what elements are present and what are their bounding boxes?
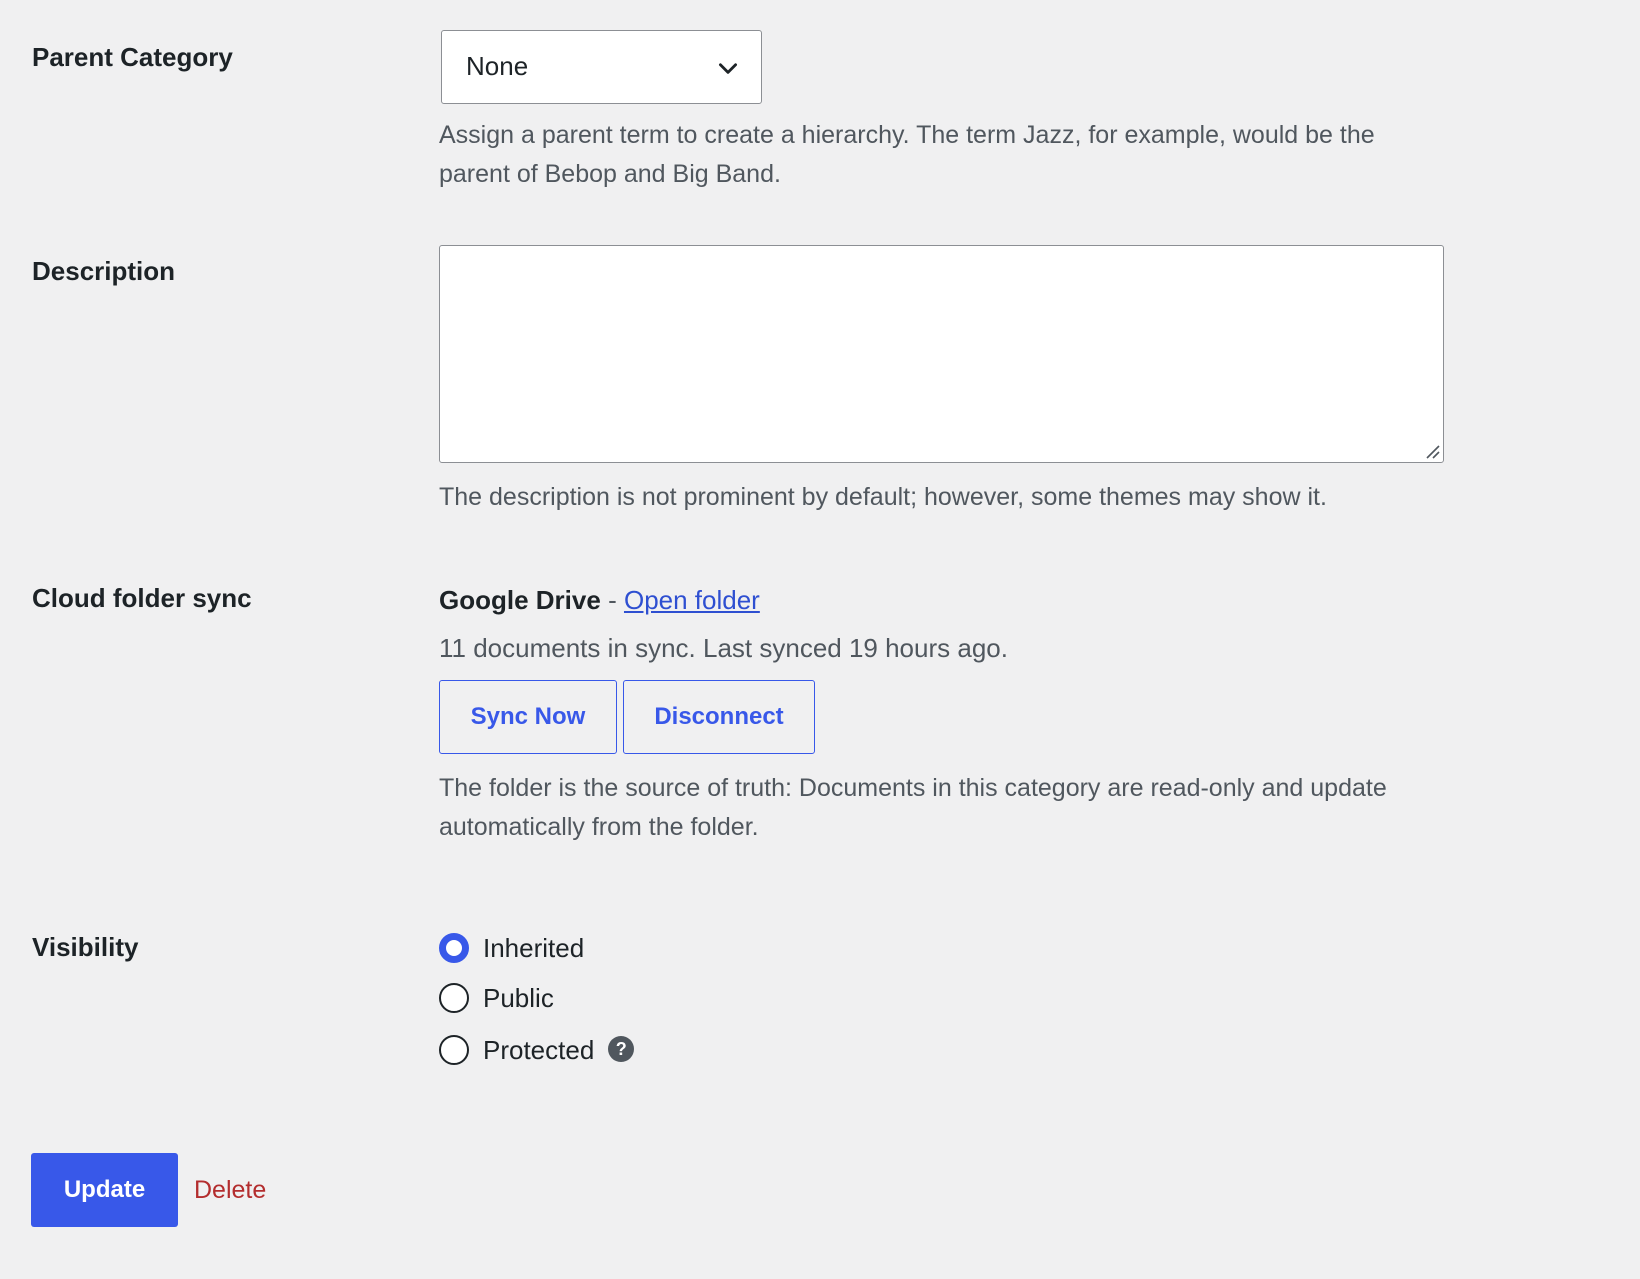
- chevron-down-icon: [719, 63, 737, 74]
- radio-protected[interactable]: [439, 1035, 469, 1065]
- cloud-provider-line: Google Drive - Open folder: [439, 583, 1429, 617]
- visibility-option-inherited[interactable]: Inherited: [439, 931, 584, 965]
- delete-link[interactable]: Delete: [194, 1176, 266, 1205]
- visibility-option-public[interactable]: Public: [439, 981, 554, 1015]
- parent-category-selected-value: None: [466, 51, 529, 81]
- description-textarea[interactable]: [439, 245, 1444, 463]
- parent-category-field: None Assign a parent term to create a hi…: [439, 30, 1429, 194]
- radio-inherited[interactable]: [439, 933, 469, 963]
- cloud-provider-name: Google Drive: [439, 585, 601, 615]
- help-icon[interactable]: ?: [608, 1036, 635, 1062]
- sync-button-row: Sync Now Disconnect: [439, 680, 1429, 754]
- description-help: The description is not prominent by defa…: [439, 483, 1327, 511]
- sync-status-text: 11 documents in sync. Last synced 19 hou…: [439, 633, 1008, 663]
- visibility-option-protected[interactable]: Protected ?: [439, 1033, 635, 1067]
- cloud-sync-label: Cloud folder sync: [32, 583, 252, 613]
- open-folder-link[interactable]: Open folder: [624, 585, 760, 615]
- edit-category-form: Parent Category None Assign a parent ter…: [0, 0, 1640, 1279]
- parent-category-select[interactable]: None: [441, 30, 762, 104]
- provider-separator: -: [608, 585, 617, 615]
- parent-category-label: Parent Category: [32, 42, 233, 72]
- radio-label-public: Public: [483, 982, 554, 1013]
- parent-category-description: Assign a parent term to create a hierarc…: [439, 121, 1375, 188]
- cloud-sync-field: Google Drive - Open folder 11 documents …: [439, 583, 1429, 847]
- radio-label-protected: Protected: [483, 1034, 595, 1065]
- description-field: The description is not prominent by defa…: [439, 245, 1444, 517]
- radio-label-inherited: Inherited: [483, 932, 585, 963]
- visibility-options: Inherited Public Protected ?: [439, 931, 939, 1065]
- cloud-sync-note: The folder is the source of truth: Docum…: [439, 774, 1387, 841]
- visibility-label: Visibility: [32, 932, 139, 962]
- description-label: Description: [32, 256, 176, 286]
- sync-now-button[interactable]: Sync Now: [439, 680, 617, 754]
- resize-handle-icon[interactable]: [1422, 441, 1440, 459]
- radio-public[interactable]: [439, 983, 469, 1013]
- update-button[interactable]: Update: [31, 1153, 178, 1227]
- disconnect-button[interactable]: Disconnect: [623, 680, 815, 754]
